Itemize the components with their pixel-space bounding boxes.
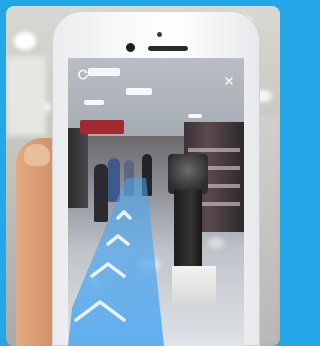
close-icon-glyph bbox=[225, 77, 233, 85]
thumbnail bbox=[24, 144, 50, 166]
store-background bbox=[6, 56, 46, 136]
ceiling-light bbox=[14, 32, 36, 50]
close-icon[interactable] bbox=[222, 74, 236, 88]
front-camera bbox=[126, 43, 135, 52]
refresh-icon[interactable] bbox=[76, 68, 90, 82]
refresh-icon-glyph bbox=[78, 69, 88, 80]
proximity-sensor bbox=[157, 32, 162, 37]
photo-frame bbox=[0, 0, 286, 346]
ar-navigation-path bbox=[68, 178, 164, 346]
phone-screen[interactable] bbox=[68, 58, 244, 346]
earpiece-speaker bbox=[148, 46, 188, 51]
ar-path-band bbox=[68, 178, 164, 346]
